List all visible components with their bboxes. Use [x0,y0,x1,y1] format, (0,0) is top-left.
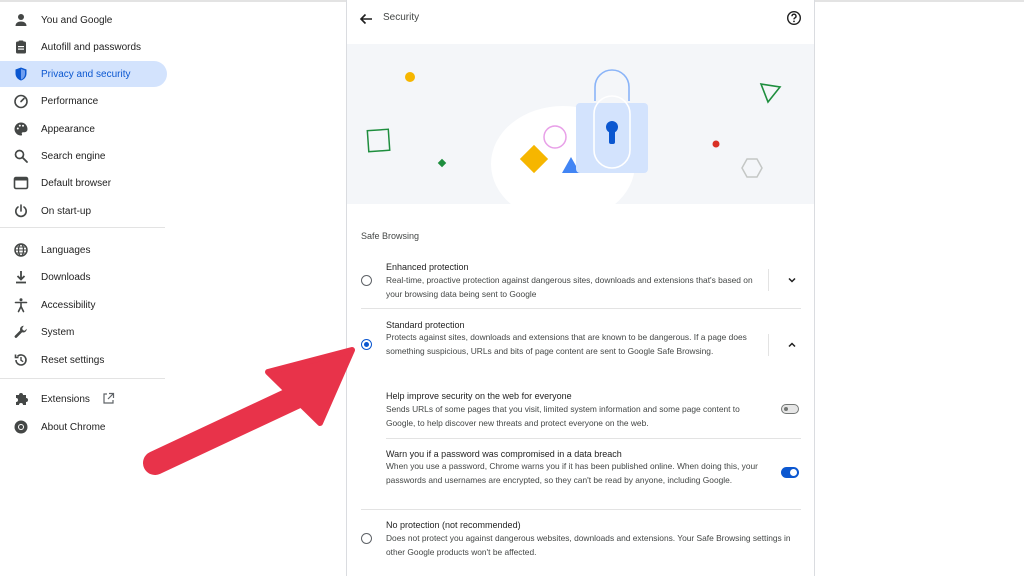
row-divider [386,438,801,439]
page-title: Security [383,12,420,23]
shield-icon [15,67,27,81]
palette-icon [14,122,28,136]
search-icon [14,149,28,163]
help-improve-description: Sends URLs of some pages that you visit,… [386,404,740,428]
chevron-down-icon[interactable] [786,274,798,286]
no-protection-radio[interactable] [361,533,372,544]
gauge-icon [14,94,28,109]
enhanced-protection-radio[interactable] [361,275,372,286]
warn-password-description: When you use a password, Chrome warns yo… [386,461,758,485]
help-improve-title: Help improve security on the web for eve… [386,391,572,401]
help-improve-toggle[interactable] [781,404,799,414]
safe-browsing-heading: Safe Browsing [361,231,420,241]
sidebar-item-label: Privacy and security [41,68,131,80]
divider [768,334,769,356]
enhanced-protection-title: Enhanced protection [386,262,469,272]
globe-icon [14,243,28,257]
panel-header: Security [347,0,814,44]
sidebar-item-label: Languages [41,244,91,256]
chrome-icon [14,420,28,434]
chevron-up-icon[interactable] [786,339,798,351]
back-arrow-icon[interactable] [357,10,375,28]
warn-password-title: Warn you if a password was compromised i… [386,449,622,459]
sidebar-item-label: About Chrome [41,421,106,433]
sidebar-item-label: Reset settings [41,354,105,366]
sidebar-item-label: Downloads [41,271,91,283]
sidebar-item-label: Appearance [41,123,95,135]
wrench-icon [14,325,27,338]
sidebar-divider [0,227,165,228]
accessibility-icon [14,298,28,313]
standard-protection-radio[interactable] [361,339,372,350]
sidebar-item-label: Accessibility [41,299,96,311]
open-external-icon [103,392,115,404]
enhanced-protection-description: Real-time, proactive protection against … [386,275,753,299]
sidebar-item-label: Extensions [41,393,90,405]
sidebar-item-label: System [41,326,75,338]
sidebar-divider [0,378,165,379]
person-icon [15,14,27,26]
sidebar-item-label: You and Google [41,14,113,26]
no-protection-description: Does not protect you against dangerous w… [386,533,791,557]
standard-protection-title: Standard protection [386,320,465,330]
history-icon [14,354,27,366]
padlock-illustration [366,69,782,204]
browser-icon [13,176,29,190]
standard-protection-description: Protects against sites, downloads and ex… [386,332,747,356]
download-icon [16,271,26,284]
sidebar-item-label: Performance [41,95,99,107]
power-icon [15,204,27,218]
puzzle-icon [16,393,28,405]
row-divider [361,308,801,309]
no-protection-title: No protection (not recommended) [386,520,521,530]
sidebar-item-privacy-and-security[interactable]: Privacy and security [0,61,167,87]
warn-password-toggle[interactable] [781,467,799,478]
row-divider [361,509,801,510]
sidebar-item-label: Default browser [41,177,112,189]
sidebar-item-label: Search engine [41,150,106,162]
sidebar-item-label: On start-up [41,205,92,217]
security-illustration [347,44,814,204]
clipboard-icon [16,40,26,54]
sidebar-item-label: Autofill and passwords [41,41,142,53]
help-icon[interactable] [786,10,802,26]
security-panel: Security Safe Browsing Enhanced protecti… [346,0,815,576]
settings-sidebar: You and Google Autofill and passwords Pr… [0,2,175,576]
divider [768,269,769,291]
